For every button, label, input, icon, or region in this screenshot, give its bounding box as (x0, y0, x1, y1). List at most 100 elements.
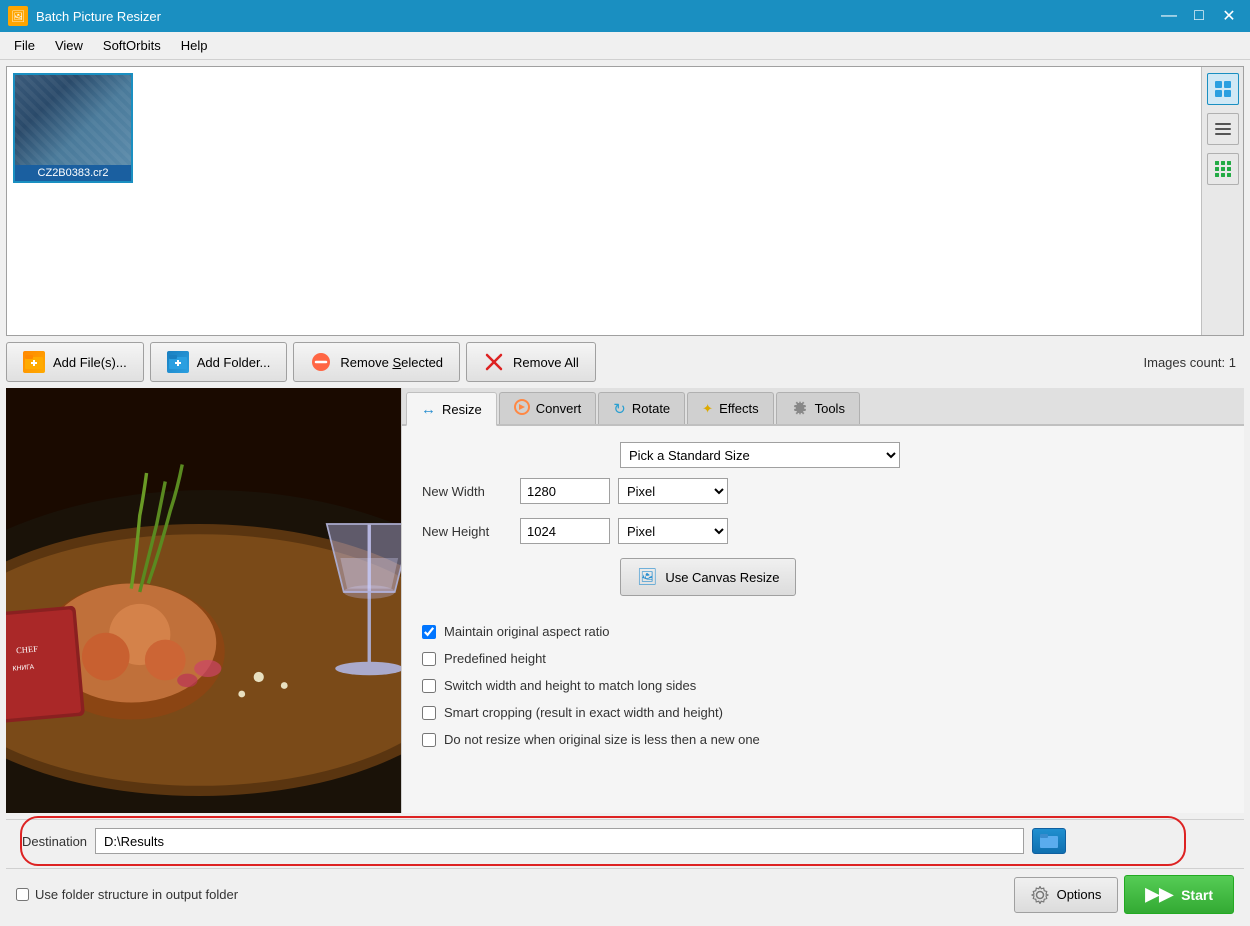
close-button[interactable]: ✕ (1216, 3, 1242, 29)
switch-dimensions-checkbox[interactable] (422, 679, 436, 693)
remove-all-button[interactable]: Remove All (466, 342, 596, 382)
rotate-tab-label: Rotate (632, 401, 670, 416)
options-gear-icon (1031, 886, 1049, 904)
tab-effects[interactable]: ✦ Effects (687, 392, 773, 424)
grid-view-icon (1214, 160, 1232, 178)
menu-view[interactable]: View (45, 34, 93, 57)
bottom-right-buttons: Options ▶▶ Start (1014, 875, 1234, 914)
use-folder-structure-row: Use folder structure in output folder (16, 887, 238, 902)
tools-tab-icon (791, 400, 809, 418)
list-view-button[interactable] (1207, 113, 1239, 145)
tab-rotate[interactable]: ↻ Rotate (598, 392, 685, 424)
remove-selected-icon (310, 351, 332, 373)
destination-input[interactable] (95, 828, 1024, 854)
new-height-row: New Height Pixel Percent Inch (422, 518, 1224, 544)
resize-tab-icon: ↔ (421, 401, 436, 418)
checkbox-no-enlarge: Do not resize when original size is less… (422, 732, 1224, 747)
add-folder-icon (167, 351, 189, 373)
new-width-label: New Width (422, 484, 512, 499)
checkbox-smart-crop: Smart cropping (result in exact width an… (422, 705, 1224, 720)
new-height-input[interactable] (520, 518, 610, 544)
no-enlarge-label[interactable]: Do not resize when original size is less… (444, 732, 760, 747)
add-folder-label: Add Folder... (197, 355, 271, 370)
canvas-resize-button[interactable]: 🖼 Use Canvas Resize (620, 558, 796, 596)
add-files-icon (23, 351, 45, 373)
tab-bar: ↔ Resize Convert ↻ Rotate (402, 388, 1244, 426)
bottom-bar: Use folder structure in output folder Op… (6, 868, 1244, 920)
start-arrow-icon: ▶▶ (1145, 884, 1173, 905)
grid-view-button[interactable] (1207, 153, 1239, 185)
destination-browse-button[interactable] (1032, 828, 1066, 854)
remove-selected-label: Remove Selected (340, 355, 443, 370)
images-count: Images count: 1 (1144, 355, 1245, 370)
add-files-button[interactable]: Add File(s)... (6, 342, 144, 382)
menu-file[interactable]: File (4, 34, 45, 57)
preview-area: CHEF КНИГА (6, 388, 401, 813)
maintain-ratio-label[interactable]: Maintain original aspect ratio (444, 624, 609, 639)
no-enlarge-checkbox[interactable] (422, 733, 436, 747)
preview-image: CHEF КНИГА (6, 388, 401, 813)
tab-tools[interactable]: Tools (776, 392, 860, 424)
resize-tab-label: Resize (442, 402, 482, 417)
file-list-sidebar (1201, 67, 1243, 335)
tab-convert[interactable]: Convert (499, 392, 597, 424)
checkbox-predefined-height: Predefined height (422, 651, 1224, 666)
start-label: Start (1181, 887, 1213, 903)
menu-bar: File View SoftOrbits Help (0, 32, 1250, 60)
smart-crop-checkbox[interactable] (422, 706, 436, 720)
height-unit-select[interactable]: Pixel Percent Inch (618, 518, 728, 544)
thumbnail-view-button[interactable] (1207, 73, 1239, 105)
toolbar: Add File(s)... Add Folder... Remove Se (6, 342, 1244, 382)
convert-tab-icon (514, 399, 530, 418)
standard-size-select[interactable]: Pick a Standard Size (620, 442, 900, 468)
list-view-icon (1214, 120, 1232, 138)
remove-selected-button[interactable]: Remove Selected (293, 342, 460, 382)
checkbox-switch-dimensions: Switch width and height to match long si… (422, 678, 1224, 693)
start-button[interactable]: ▶▶ Start (1124, 875, 1234, 914)
options-button[interactable]: Options (1014, 877, 1119, 913)
title-bar-left: 🖼 Batch Picture Resizer (8, 6, 161, 26)
options-label: Options (1057, 887, 1102, 902)
smart-crop-label[interactable]: Smart cropping (result in exact width an… (444, 705, 723, 720)
menu-help[interactable]: Help (171, 34, 218, 57)
predefined-height-checkbox[interactable] (422, 652, 436, 666)
tab-resize[interactable]: ↔ Resize (406, 392, 497, 426)
effects-tab-label: Effects (719, 401, 759, 416)
destination-area: Destination (6, 819, 1244, 862)
bottom-panel: CHEF КНИГА ↔ Resize (6, 388, 1244, 813)
convert-tab-label: Convert (536, 401, 582, 416)
add-files-label: Add File(s)... (53, 355, 127, 370)
window-controls: — □ ✕ (1156, 3, 1242, 29)
use-folder-structure-label[interactable]: Use folder structure in output folder (35, 887, 238, 902)
main-content: CZ2B0383.cr2 (0, 60, 1250, 926)
minimize-button[interactable]: — (1156, 3, 1182, 29)
settings-panel: ↔ Resize Convert ↻ Rotate (401, 388, 1244, 813)
resize-tab-content: Pick a Standard Size New Width Pixel Per… (402, 426, 1244, 813)
thumbnail-image (15, 75, 131, 165)
file-thumbnail (15, 75, 131, 165)
list-item[interactable]: CZ2B0383.cr2 (13, 73, 133, 183)
app-icon: 🖼 (8, 6, 28, 26)
use-folder-structure-checkbox[interactable] (16, 888, 29, 901)
add-folder-button[interactable]: Add Folder... (150, 342, 288, 382)
width-unit-select[interactable]: Pixel Percent Inch (618, 478, 728, 504)
new-width-input[interactable] (520, 478, 610, 504)
title-bar: 🖼 Batch Picture Resizer — □ ✕ (0, 0, 1250, 32)
file-list-main[interactable]: CZ2B0383.cr2 (7, 67, 1201, 335)
destination-label: Destination (16, 834, 87, 849)
maintain-ratio-checkbox[interactable] (422, 625, 436, 639)
thumbnail-pattern (15, 75, 131, 165)
maximize-button[interactable]: □ (1186, 3, 1212, 29)
rotate-tab-icon: ↻ (613, 400, 626, 418)
window-title: Batch Picture Resizer (36, 9, 161, 24)
new-height-label: New Height (422, 524, 512, 539)
switch-dimensions-label[interactable]: Switch width and height to match long si… (444, 678, 696, 693)
canvas-resize-icon: 🖼 (637, 567, 657, 587)
remove-all-icon (483, 351, 505, 373)
new-width-row: New Width Pixel Percent Inch (422, 478, 1224, 504)
menu-softorbits[interactable]: SoftOrbits (93, 34, 171, 57)
effects-tab-icon: ✦ (702, 401, 713, 417)
predefined-height-label[interactable]: Predefined height (444, 651, 546, 666)
remove-all-label: Remove All (513, 355, 579, 370)
thumbnail-view-icon (1214, 80, 1232, 98)
